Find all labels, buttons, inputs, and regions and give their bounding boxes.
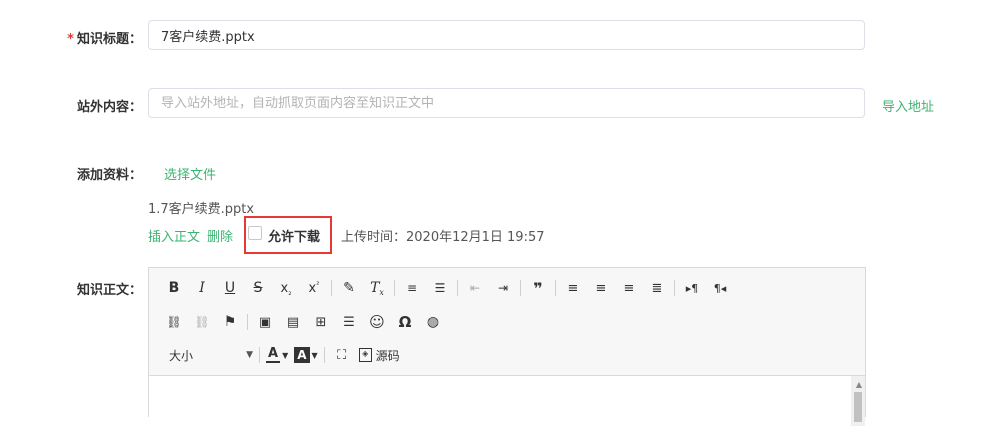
justify-icon[interactable]: ≣	[646, 277, 668, 299]
indent-icon[interactable]: ⇥	[492, 277, 514, 299]
align-left-icon[interactable]: ≡	[562, 277, 584, 299]
allow-download-checkbox[interactable]	[248, 226, 262, 240]
scrollbar[interactable]: ▲	[851, 376, 865, 426]
emoticon-icon[interactable]: ☺	[366, 311, 388, 333]
delete-file-link[interactable]: 删除	[207, 226, 233, 245]
image-icon[interactable]: ▣	[254, 311, 276, 333]
background-color-icon: A	[294, 347, 310, 363]
insert-into-body-link[interactable]: 插入正文	[148, 226, 200, 245]
separator	[247, 314, 248, 330]
font-size-select[interactable]: 大小 ▼	[163, 344, 253, 366]
file-actions: 插入正文 删除	[148, 226, 240, 245]
separator	[457, 280, 458, 296]
anchor-flag-icon[interactable]: ⚑	[219, 311, 241, 333]
upload-time: 上传时间：2020年12月1日 19:57	[341, 230, 545, 245]
media-icon[interactable]: ▤	[282, 311, 304, 333]
ltr-icon[interactable]: ▸¶	[681, 277, 703, 299]
external-url-input[interactable]	[148, 88, 865, 118]
unlink-icon[interactable]: ⛓	[191, 311, 213, 333]
separator	[520, 280, 521, 296]
align-center-icon[interactable]: ≡	[590, 277, 612, 299]
separator	[259, 347, 260, 363]
import-address-link[interactable]: 导入地址	[882, 96, 934, 115]
underline-icon[interactable]: U	[219, 277, 241, 299]
separator	[394, 280, 395, 296]
chevron-down-icon: ▼	[311, 350, 318, 360]
required-mark: *	[67, 32, 74, 47]
body-label: 知识正文：	[76, 283, 142, 298]
toolbar-row-2: ⛓ ⛓ ⚑ ▣ ▤ ⊞ ☰ ☺ Ω ◍	[163, 311, 450, 333]
scroll-thumb[interactable]	[854, 392, 862, 422]
external-label: 站外内容：	[76, 100, 142, 115]
source-code-button[interactable]: ◈ 源码	[358, 347, 400, 364]
align-right-icon[interactable]: ≡	[618, 277, 640, 299]
separator	[674, 280, 675, 296]
clear-format-icon[interactable]: Tx	[366, 277, 388, 299]
blockquote-icon[interactable]: ❞	[527, 277, 549, 299]
scroll-up-icon[interactable]: ▲	[856, 380, 862, 389]
italic-icon[interactable]: I	[191, 277, 213, 299]
toolbar-row-1: B I U S x₂ x² ✎ Tx ≡ ☰ ⇤ ⇥ ❞ ≡ ≡ ≡ ≣ ▸¶ …	[163, 277, 737, 299]
attachment-label: 添加资料：	[76, 168, 142, 183]
strikethrough-icon[interactable]: S	[247, 277, 269, 299]
select-file-link[interactable]: 选择文件	[164, 164, 216, 183]
title-label: * 知识标题：	[67, 32, 142, 47]
superscript-icon[interactable]: x²	[303, 277, 325, 299]
file-name: 1.7客户续费.pptx	[148, 202, 255, 217]
table-icon[interactable]: ⊞	[310, 311, 332, 333]
editor-content-area[interactable]: ▲	[149, 375, 865, 426]
chevron-down-icon: ▼	[282, 350, 289, 360]
link-icon[interactable]: ⛓	[163, 311, 185, 333]
font-color-icon: A	[266, 346, 281, 363]
separator	[323, 347, 325, 363]
toolbar-row-3: 大小 ▼ A ▼ A ▼ ⛶ ◈ 源码	[163, 344, 400, 366]
allow-download-label[interactable]: 允许下载	[268, 226, 320, 245]
rich-text-editor: B I U S x₂ x² ✎ Tx ≡ ☰ ⇤ ⇥ ❞ ≡ ≡ ≡ ≣ ▸¶ …	[148, 267, 866, 426]
source-code-icon: ◈	[358, 348, 372, 362]
chevron-down-icon: ▼	[246, 350, 253, 360]
unordered-list-icon[interactable]: ☰	[429, 277, 451, 299]
special-char-icon[interactable]: Ω	[394, 311, 416, 333]
format-painter-icon[interactable]: ✎	[338, 277, 360, 299]
separator	[331, 280, 332, 296]
font-color-button[interactable]: A ▼	[266, 344, 288, 366]
background-color-button[interactable]: A ▼	[294, 344, 318, 366]
horizontal-rule-icon[interactable]: ☰	[338, 311, 360, 333]
subscript-icon[interactable]: x₂	[275, 277, 297, 299]
fullscreen-icon[interactable]: ⛶	[331, 344, 353, 366]
bold-icon[interactable]: B	[163, 277, 185, 299]
map-globe-icon[interactable]: ◍	[422, 311, 444, 333]
ordered-list-icon[interactable]: ≡	[401, 277, 423, 299]
separator	[555, 280, 556, 296]
outdent-icon[interactable]: ⇤	[464, 277, 486, 299]
title-input[interactable]	[148, 20, 865, 50]
rtl-icon[interactable]: ¶◂	[709, 277, 731, 299]
